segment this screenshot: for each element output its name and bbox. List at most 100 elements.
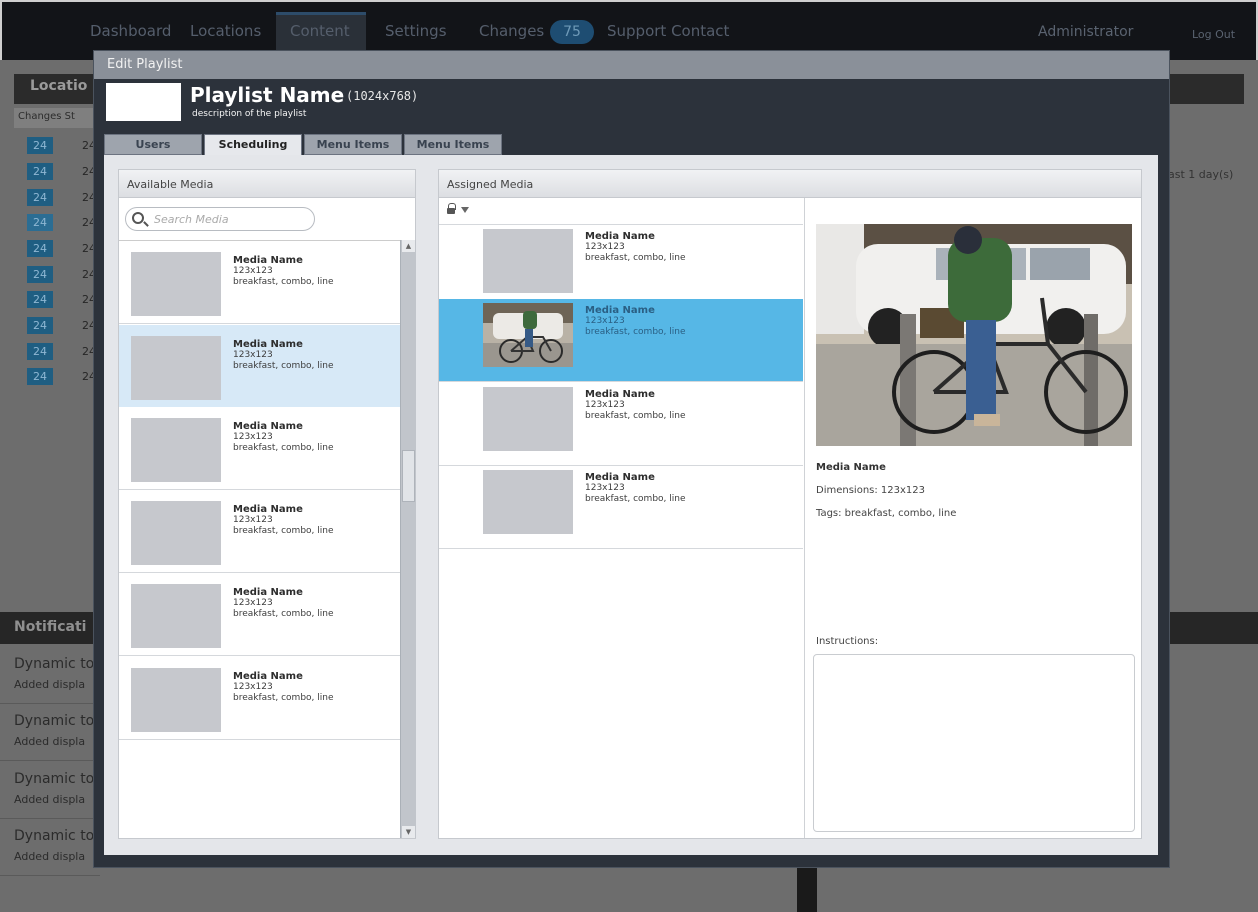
- media-tags: breakfast, combo, line: [233, 361, 334, 371]
- tab-menu-items-2[interactable]: Menu Items: [404, 134, 502, 155]
- notification-title: Dynamic to: [14, 656, 95, 672]
- media-tags: breakfast, combo, line: [233, 526, 334, 536]
- nav-dashboard[interactable]: Dashboard: [90, 22, 171, 40]
- available-media-panel: Available Media Search Media Media Name 1…: [118, 169, 416, 839]
- media-name: Media Name: [585, 305, 655, 316]
- chevron-down-icon[interactable]: [461, 207, 469, 213]
- detail-dimensions: Dimensions: 123x123: [816, 485, 926, 496]
- media-thumbnail: [131, 252, 221, 316]
- changes-chip[interactable]: 24: [27, 266, 53, 283]
- media-tags: breakfast, combo, line: [585, 253, 686, 263]
- available-media-item[interactable]: Media Name 123x123 breakfast, combo, line: [119, 490, 400, 573]
- nav-support-contact[interactable]: Support Contact: [607, 22, 729, 40]
- media-dimensions: 123x123: [585, 483, 625, 493]
- available-media-item[interactable]: Media Name 123x123 breakfast, combo, line: [119, 573, 400, 656]
- notification-item[interactable]: Dynamic to Added displa: [0, 705, 100, 761]
- scroll-up-arrow-icon[interactable]: ▲: [402, 240, 415, 252]
- available-media-list: Media Name 123x123 breakfast, combo, line …: [119, 240, 400, 740]
- detail-media-name: Media Name: [816, 462, 886, 473]
- nav-changes[interactable]: Changes: [479, 22, 544, 40]
- changes-count-badge: 75: [550, 20, 594, 44]
- changes-chip[interactable]: 24: [27, 214, 53, 231]
- tab-scheduling[interactable]: Scheduling: [204, 134, 302, 156]
- search-placeholder: Search Media: [154, 213, 229, 226]
- user-name[interactable]: Administrator: [1038, 24, 1133, 40]
- media-tags: breakfast, combo, line: [585, 411, 686, 421]
- media-thumbnail: [483, 387, 573, 451]
- available-media-scrollbar[interactable]: ▲ ▼: [400, 240, 416, 838]
- edit-playlist-modal: Edit Playlist Playlist Name (1024x768) d…: [93, 50, 1170, 868]
- media-dimensions: 123x123: [233, 266, 273, 276]
- media-tags: breakfast, combo, line: [585, 494, 686, 504]
- media-name: Media Name: [585, 231, 655, 242]
- notification-subtitle: Added displa: [14, 850, 86, 863]
- bicycle-photo-preview: [816, 224, 1132, 446]
- media-name: Media Name: [585, 389, 655, 400]
- media-name: Media Name: [233, 587, 303, 598]
- tab-menu-items[interactable]: Menu Items: [304, 134, 402, 155]
- changes-chip[interactable]: 24: [27, 343, 53, 360]
- scroll-down-arrow-icon[interactable]: ▼: [402, 826, 415, 838]
- search-icon: [132, 212, 144, 224]
- nav-content[interactable]: Content: [290, 22, 350, 40]
- lock-icon[interactable]: [447, 203, 456, 214]
- playlist-thumbnail: [106, 83, 181, 121]
- changes-chip[interactable]: 24: [27, 163, 53, 180]
- assigned-media-panel: Assigned Media Media Name 123x123 breakfas…: [438, 169, 1142, 839]
- media-dimensions: 123x123: [233, 350, 273, 360]
- notification-title: Dynamic to: [14, 713, 95, 729]
- available-media-heading: Available Media: [119, 170, 415, 198]
- assigned-media-list: Media Name 123x123 breakfast, combo, line: [439, 224, 803, 824]
- nav-locations[interactable]: Locations: [190, 22, 261, 40]
- scheduling-content: Available Media Search Media Media Name 1…: [104, 155, 1158, 855]
- media-dimensions: 123x123: [585, 316, 625, 326]
- media-dimensions: 123x123: [233, 432, 273, 442]
- assigned-media-item[interactable]: Media Name 123x123 breakfast, combo, line: [439, 466, 803, 549]
- playlist-description: description of the playlist: [192, 109, 307, 119]
- assigned-media-item-selected[interactable]: Media Name 123x123 breakfast, combo, line: [439, 299, 803, 382]
- media-thumbnail: [483, 229, 573, 293]
- changes-chip[interactable]: 24: [27, 317, 53, 334]
- media-preview-image: [816, 224, 1132, 446]
- media-tags: breakfast, combo, line: [585, 327, 686, 337]
- notification-subtitle: Added displa: [14, 678, 86, 691]
- playlist-resolution: (1024x768): [346, 89, 419, 103]
- changes-chip[interactable]: 24: [27, 368, 53, 385]
- instructions-label: Instructions:: [816, 636, 879, 647]
- changes-chip[interactable]: 24: [27, 189, 53, 206]
- available-media-item[interactable]: Media Name 123x123 breakfast, combo, line: [119, 241, 400, 324]
- media-thumbnail: [483, 470, 573, 534]
- search-media-input[interactable]: Search Media: [125, 207, 315, 231]
- media-name: Media Name: [233, 339, 303, 350]
- notification-item[interactable]: Dynamic to Added displa: [0, 820, 100, 876]
- tab-users[interactable]: Users: [104, 134, 202, 155]
- changes-chip[interactable]: 24: [27, 137, 53, 154]
- media-name: Media Name: [233, 504, 303, 515]
- available-media-item-selected[interactable]: Media Name 123x123 breakfast, combo, line: [119, 325, 400, 408]
- changes-chip[interactable]: 24: [27, 291, 53, 308]
- media-dimensions: 123x123: [233, 598, 273, 608]
- assigned-media-item[interactable]: Media Name 123x123 breakfast, combo, line: [439, 383, 803, 466]
- changes-chip[interactable]: 24: [27, 240, 53, 257]
- media-dimensions: 123x123: [233, 682, 273, 692]
- media-thumbnail: [131, 584, 221, 648]
- media-name: Media Name: [233, 421, 303, 432]
- notification-title: Dynamic to: [14, 828, 95, 844]
- assigned-media-item[interactable]: Media Name 123x123 breakfast, combo, line: [439, 225, 803, 308]
- available-media-item[interactable]: Media Name 123x123 breakfast, combo, line: [119, 407, 400, 490]
- notification-item[interactable]: Dynamic to Added displa: [0, 763, 100, 819]
- nav-settings[interactable]: Settings: [385, 22, 447, 40]
- media-dimensions: 123x123: [585, 242, 625, 252]
- media-tags: breakfast, combo, line: [233, 693, 334, 703]
- media-thumbnail-photo: [483, 303, 573, 367]
- notification-item[interactable]: Dynamic to Added displa: [0, 648, 100, 704]
- logout-link[interactable]: Log Out: [1192, 28, 1235, 41]
- detail-tags: Tags: breakfast, combo, line: [816, 508, 957, 519]
- scrollbar-thumb[interactable]: [402, 450, 415, 502]
- available-media-item[interactable]: Media Name 123x123 breakfast, combo, line: [119, 657, 400, 740]
- media-thumbnail: [131, 418, 221, 482]
- instructions-textarea[interactable]: [813, 654, 1135, 832]
- media-tags: breakfast, combo, line: [233, 277, 334, 287]
- playlist-name: Playlist Name: [190, 83, 345, 107]
- modal-title-bar: Edit Playlist: [94, 51, 1169, 79]
